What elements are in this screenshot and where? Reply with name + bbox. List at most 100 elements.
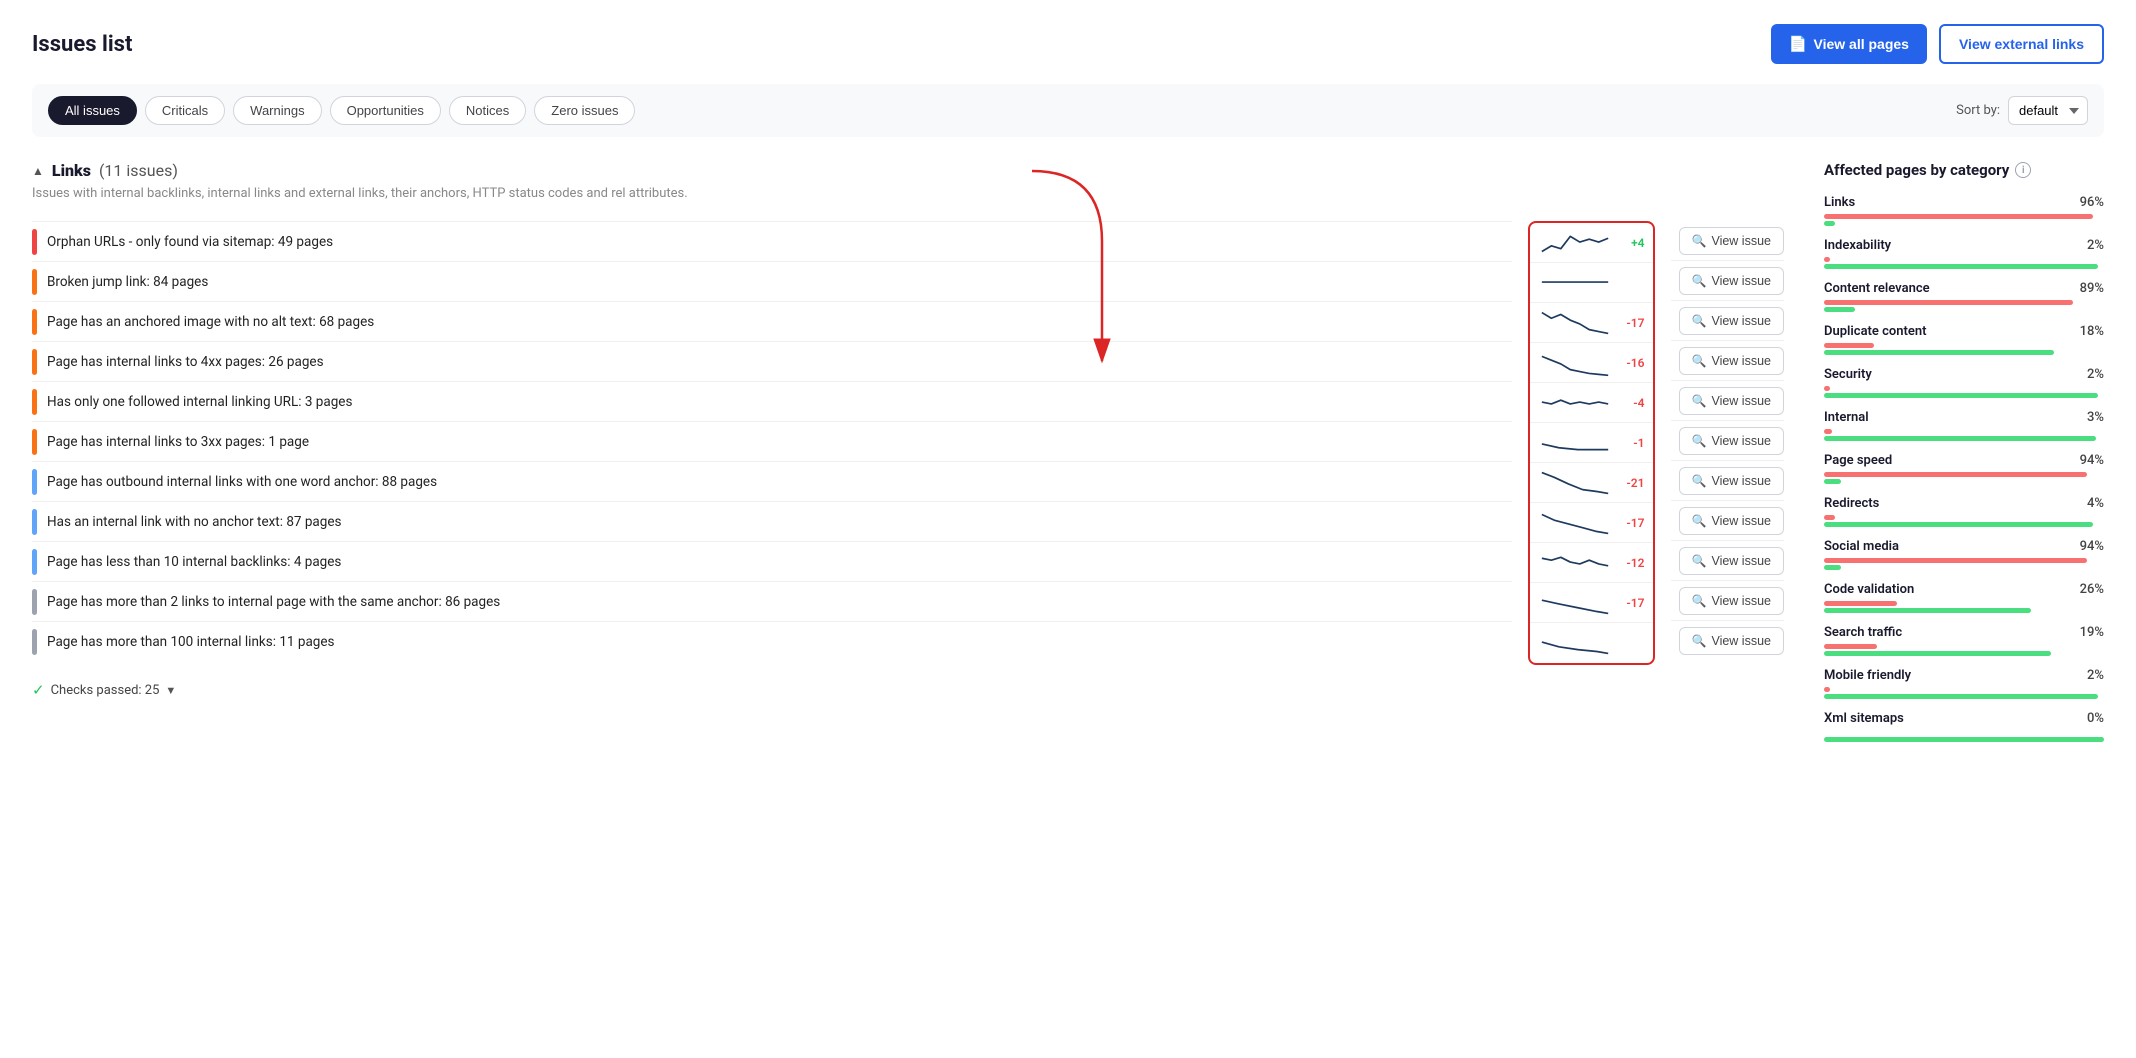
issue-text: Has only one followed internal linking U… xyxy=(47,394,1512,410)
progress-bar-red xyxy=(1824,644,1877,649)
category-header: Links96% xyxy=(1824,195,2104,210)
view-all-pages-button[interactable]: 📄 View all pages xyxy=(1771,24,1927,64)
section-title: Links (11 issues) xyxy=(52,161,178,180)
filter-tab-zero-issues[interactable]: Zero issues xyxy=(534,96,635,125)
issue-row: Page has more than 100 internal links: 1… xyxy=(32,621,1512,661)
filter-tab-warnings[interactable]: Warnings xyxy=(233,96,321,125)
progress-bar-green xyxy=(1824,694,2098,699)
info-icon[interactable]: i xyxy=(2015,162,2031,178)
issue-indicator xyxy=(32,629,37,655)
filter-tab-notices[interactable]: Notices xyxy=(449,96,526,125)
view-external-links-button[interactable]: View external links xyxy=(1939,24,2104,64)
view-issue-button[interactable]: 🔍View issue xyxy=(1679,387,1784,415)
sparkline xyxy=(1538,505,1613,541)
checks-dropdown-icon[interactable]: ▼ xyxy=(165,684,176,697)
view-issue-button[interactable]: 🔍View issue xyxy=(1679,627,1784,655)
section-header: ▲ Links (11 issues) xyxy=(32,161,1784,180)
progress-bar-green xyxy=(1824,737,2104,742)
filter-tab-criticals[interactable]: Criticals xyxy=(145,96,225,125)
sparkline-row: -16 xyxy=(1530,343,1653,383)
filter-tab-all-issues[interactable]: All issues xyxy=(48,96,137,125)
category-row: Page speed 94% xyxy=(1824,453,2104,484)
issue-row: Orphan URLs - only found via sitemap: 49… xyxy=(32,221,1512,261)
category-header: Code validation26% xyxy=(1824,582,2104,597)
sparkline xyxy=(1538,625,1613,661)
issue-text: Page has more than 2 links to internal p… xyxy=(47,594,1512,610)
view-issue-button[interactable]: 🔍View issue xyxy=(1679,267,1784,295)
issue-row: Page has internal links to 3xx pages: 1 … xyxy=(32,421,1512,461)
category-pct: 19% xyxy=(2080,625,2104,640)
search-icon: 🔍 xyxy=(1692,234,1707,248)
issue-indicator xyxy=(32,389,37,415)
action-row: 🔍View issue xyxy=(1671,221,1784,261)
checks-passed[interactable]: ✓ Checks passed: 25 ▼ xyxy=(32,681,1784,699)
search-icon: 🔍 xyxy=(1692,634,1707,648)
sort-area: Sort by: default name pages xyxy=(1956,96,2088,125)
sparkline xyxy=(1538,385,1613,421)
sort-label: Sort by: xyxy=(1956,103,2000,118)
issue-row: Has an internal link with no anchor text… xyxy=(32,501,1512,541)
category-header: Internal3% xyxy=(1824,410,2104,425)
issue-indicator xyxy=(32,429,37,455)
sparkline-row: +4 xyxy=(1530,223,1653,263)
sparkline-row: -17 xyxy=(1530,303,1653,343)
sparkline-delta: +4 xyxy=(1617,236,1645,250)
sparkline-row xyxy=(1530,623,1653,663)
category-header: Xml sitemaps0% xyxy=(1824,711,2104,726)
view-issue-button[interactable]: 🔍View issue xyxy=(1679,547,1784,575)
checks-label: Checks passed: 25 xyxy=(51,683,160,698)
issue-indicator xyxy=(32,589,37,615)
issue-indicator xyxy=(32,309,37,335)
category-name: Content relevance xyxy=(1824,281,1930,296)
search-icon: 🔍 xyxy=(1692,594,1707,608)
progress-bar-red xyxy=(1824,687,1830,692)
view-issue-button[interactable]: 🔍View issue xyxy=(1679,307,1784,335)
document-icon: 📄 xyxy=(1789,35,1808,53)
category-name: Page speed xyxy=(1824,453,1892,468)
search-icon: 🔍 xyxy=(1692,554,1707,568)
search-icon: 🔍 xyxy=(1692,314,1707,328)
progress-bar-green xyxy=(1824,393,2098,398)
action-row: 🔍View issue xyxy=(1671,461,1784,501)
filter-tab-opportunities[interactable]: Opportunities xyxy=(330,96,441,125)
progress-bar-green xyxy=(1824,565,1841,570)
sparkline-row: -1 xyxy=(1530,423,1653,463)
progress-bar-green xyxy=(1824,307,1855,312)
view-issue-button[interactable]: 🔍View issue xyxy=(1679,467,1784,495)
category-row: Xml sitemaps0% xyxy=(1824,711,2104,742)
view-issue-button[interactable]: 🔍View issue xyxy=(1679,587,1784,615)
view-issue-button[interactable]: 🔍View issue xyxy=(1679,427,1784,455)
category-name: Search traffic xyxy=(1824,625,1902,640)
collapse-icon[interactable]: ▲ xyxy=(32,164,44,178)
category-pct: 4% xyxy=(2087,496,2104,511)
sparkline-delta: -17 xyxy=(1617,516,1645,530)
search-icon: 🔍 xyxy=(1692,434,1707,448)
progress-bar-red xyxy=(1824,558,2087,563)
category-row: Indexability2% xyxy=(1824,238,2104,269)
progress-bar-green xyxy=(1824,608,2031,613)
sort-select[interactable]: default name pages xyxy=(2008,96,2088,125)
progress-bar-green xyxy=(1824,651,2051,656)
category-name: Links xyxy=(1824,195,1855,210)
search-icon: 🔍 xyxy=(1692,394,1707,408)
view-issue-button[interactable]: 🔍View issue xyxy=(1679,507,1784,535)
sparklines-group: +4-17-16-4-1-21-17-12-17 xyxy=(1528,221,1655,665)
search-icon: 🔍 xyxy=(1692,474,1707,488)
category-name: Internal xyxy=(1824,410,1869,425)
progress-bar-red xyxy=(1824,429,1832,434)
category-name: Mobile friendly xyxy=(1824,668,1911,683)
category-header: Search traffic 19% xyxy=(1824,625,2104,640)
view-issue-button[interactable]: 🔍View issue xyxy=(1679,227,1784,255)
category-pct: 94% xyxy=(2080,453,2104,468)
sidebar-title: Affected pages by category i xyxy=(1824,161,2104,179)
category-header: Redirects 4% xyxy=(1824,496,2104,511)
action-row: 🔍View issue xyxy=(1671,341,1784,381)
action-row: 🔍View issue xyxy=(1671,581,1784,621)
search-icon: 🔍 xyxy=(1692,514,1707,528)
issues-list: Orphan URLs - only found via sitemap: 49… xyxy=(32,221,1512,661)
view-issue-button[interactable]: 🔍View issue xyxy=(1679,347,1784,375)
issue-indicator xyxy=(32,229,37,255)
category-header: Indexability2% xyxy=(1824,238,2104,253)
category-name: Redirects xyxy=(1824,496,1879,511)
search-icon: 🔍 xyxy=(1692,274,1707,288)
